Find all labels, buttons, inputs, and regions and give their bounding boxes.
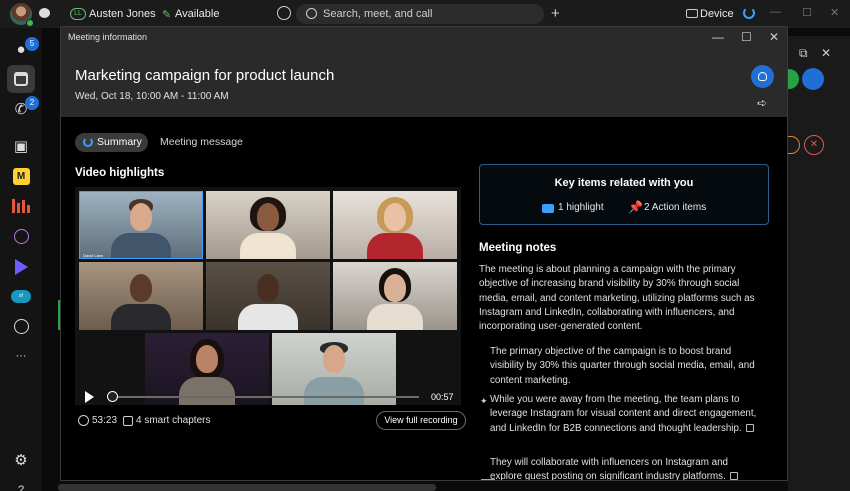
- background-meeting-panel: [788, 36, 850, 491]
- highlight-icon: [542, 204, 554, 213]
- participant-tile[interactable]: [79, 262, 203, 330]
- history-icon[interactable]: [277, 6, 291, 20]
- app-maximize-icon[interactable]: ☐: [802, 6, 812, 19]
- copy-icon[interactable]: [745, 423, 754, 432]
- search-icon: [306, 8, 317, 19]
- chapters-icon: [123, 416, 133, 426]
- analytics-app-icon[interactable]: [11, 196, 31, 216]
- ai-sparkle-icon: ✦: [480, 396, 488, 406]
- app-sidebar: ● 5 ✆ 2 ▣ M sf ··· ⚙ ?: [0, 28, 42, 491]
- media-app-icon[interactable]: [11, 257, 31, 277]
- help-icon[interactable]: ?: [11, 480, 31, 491]
- participant-tile[interactable]: [333, 262, 457, 330]
- calendar-icon[interactable]: [7, 65, 35, 93]
- tab-summary-label: Summary: [97, 136, 142, 148]
- bell-icon: [758, 72, 767, 81]
- scroll-indicator: [481, 479, 495, 480]
- notes-bullet: They will collaborate with influencers o…: [490, 456, 760, 481]
- share-arrow-icon[interactable]: ➪: [757, 96, 767, 110]
- miro-app-icon[interactable]: M: [11, 166, 31, 186]
- salesforce-app-icon[interactable]: sf: [11, 286, 31, 306]
- availability-status[interactable]: Available: [175, 8, 219, 20]
- participant-tile[interactable]: [206, 191, 330, 259]
- participant-tile[interactable]: [206, 262, 330, 330]
- ai-summary-icon: [83, 137, 93, 147]
- settings-gear-icon[interactable]: ⚙: [11, 450, 31, 470]
- key-items-title: Key items related with you: [554, 177, 694, 189]
- video-progress-handle[interactable]: [107, 391, 118, 402]
- background-scroll-strip: [58, 484, 436, 491]
- app-close-icon[interactable]: ✕: [830, 6, 839, 19]
- device-label[interactable]: Device: [700, 8, 734, 20]
- key-items-card: Key items related with you 1 highlight 📌…: [479, 164, 769, 225]
- web-app-icon[interactable]: [11, 226, 31, 246]
- participant-tile[interactable]: [145, 333, 269, 405]
- dialog-maximize-icon[interactable]: ☐: [741, 30, 752, 44]
- notes-bullet-text: They will collaborate with influencers o…: [490, 457, 728, 481]
- participant-tile[interactable]: [272, 333, 396, 405]
- meeting-notes-intro: The meeting is about planning a campaign…: [479, 264, 755, 333]
- meeting-notes-title: Meeting notes: [479, 242, 557, 254]
- video-player[interactable]: David Liam: [75, 187, 461, 405]
- notes-bullet-text: The primary objective of the campaign is…: [490, 346, 755, 386]
- status-message-icon[interactable]: [39, 8, 50, 18]
- notes-bullet: The primary objective of the campaign is…: [490, 345, 760, 388]
- highlight-count[interactable]: 1 highlight: [558, 202, 604, 213]
- selected-tile-border: [79, 191, 203, 259]
- video-progress-track[interactable]: [111, 396, 419, 398]
- panel-close-icon[interactable]: ✕: [821, 46, 831, 60]
- meeting-title: Marketing campaign for product launch: [75, 67, 335, 84]
- background-notify-button[interactable]: [802, 68, 824, 90]
- action-pin-icon: 📌: [628, 200, 643, 214]
- notes-bullet: While you were away from the meeting, th…: [490, 393, 760, 436]
- recording-duration: 53:23: [92, 415, 118, 426]
- dialog-window-title: Meeting information: [68, 32, 148, 42]
- background-decline-icon[interactable]: ✕: [804, 135, 824, 155]
- dialog-minimize-icon[interactable]: —: [712, 30, 724, 44]
- video-play-icon[interactable]: [85, 391, 94, 403]
- search-input[interactable]: Search, meet, and call: [296, 4, 544, 24]
- device-icon[interactable]: [686, 9, 698, 18]
- notes-bullet-text: While you were away from the meeting, th…: [490, 394, 757, 434]
- copy-icon[interactable]: [729, 472, 738, 480]
- contacts-icon[interactable]: ▣: [11, 136, 31, 156]
- view-full-recording-button[interactable]: View full recording: [376, 411, 466, 430]
- globe-app-icon[interactable]: [11, 316, 31, 336]
- app-minimize-icon[interactable]: —: [770, 6, 781, 18]
- action-items-count[interactable]: 2 Action items: [644, 202, 706, 213]
- more-apps-icon[interactable]: ···: [11, 346, 31, 366]
- tab-summary[interactable]: Summary: [75, 133, 148, 152]
- user-name[interactable]: Austen Jones: [89, 8, 156, 20]
- user-initials-pill[interactable]: LL: [70, 8, 86, 20]
- notify-bell-button[interactable]: [751, 65, 774, 88]
- participant-tile[interactable]: [333, 191, 457, 259]
- tab-meeting-message[interactable]: Meeting message: [160, 136, 243, 148]
- video-highlights-title: Video highlights: [75, 167, 165, 179]
- smart-chapters-count[interactable]: 4 smart chapters: [136, 415, 210, 426]
- meeting-datetime: Wed, Oct 18, 10:00 AM - 11:00 AM: [75, 91, 229, 102]
- clock-icon: [78, 415, 89, 426]
- new-item-plus-icon[interactable]: +: [551, 5, 560, 22]
- dialog-close-icon[interactable]: ✕: [769, 30, 779, 44]
- dialog-header: Meeting information — ☐ ✕ Marketing camp…: [61, 27, 787, 117]
- presence-dot: [26, 19, 34, 27]
- availability-icon: ✎: [162, 9, 172, 21]
- messaging-badge: 5: [25, 37, 39, 51]
- meeting-information-dialog: Meeting information — ☐ ✕ Marketing camp…: [60, 26, 788, 481]
- ai-assistant-icon[interactable]: [743, 7, 755, 19]
- app-top-bar: LL Austen Jones ✎ Available Search, meet…: [0, 0, 850, 28]
- calling-badge: 2: [25, 96, 39, 110]
- video-current-time: 00:57: [431, 392, 454, 402]
- popout-icon[interactable]: ⧉: [799, 46, 808, 61]
- search-placeholder: Search, meet, and call: [323, 8, 433, 20]
